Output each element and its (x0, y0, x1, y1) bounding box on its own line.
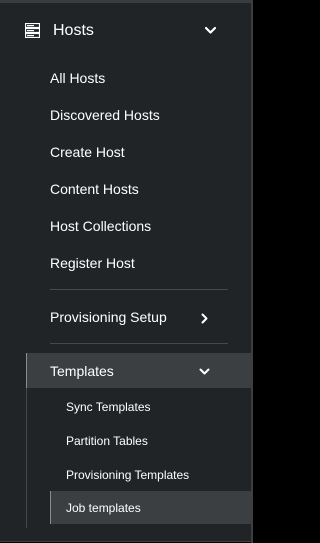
templates-label: Templates (50, 363, 114, 379)
nav-item-sync-templates[interactable]: Sync Templates (66, 400, 151, 415)
nav-item-all-hosts[interactable]: All Hosts (50, 69, 105, 87)
nav-item-job-templates[interactable]: Job templates (50, 491, 251, 524)
nav-item-host-collections[interactable]: Host Collections (50, 217, 151, 235)
sidebar-edge (251, 0, 253, 543)
templates-toggle[interactable]: Templates (26, 353, 251, 388)
top-divider (0, 0, 251, 3)
nav-item-content-hosts[interactable]: Content Hosts (50, 180, 139, 198)
templates-group-line (26, 388, 27, 528)
nav-item-register-host[interactable]: Register Host (50, 254, 135, 272)
active-indicator (26, 353, 27, 388)
nav-divider (50, 289, 228, 290)
sidebar-nav: Hosts All Hosts Discovered Hosts Create … (0, 0, 251, 542)
chevron-right-icon (199, 311, 210, 324)
job-templates-label: Job templates (66, 501, 141, 515)
hosts-section-toggle[interactable]: Hosts (0, 10, 251, 54)
nav-divider (50, 343, 228, 344)
provisioning-setup-toggle[interactable]: Provisioning Setup (0, 300, 251, 334)
chevron-down-icon (199, 364, 210, 375)
server-stack-icon (24, 22, 41, 39)
nav-item-discovered-hosts[interactable]: Discovered Hosts (50, 106, 160, 124)
nav-item-create-host[interactable]: Create Host (50, 143, 125, 161)
hosts-section-title: Hosts (53, 22, 94, 39)
chevron-down-icon (204, 24, 217, 37)
nav-item-partition-tables[interactable]: Partition Tables (66, 434, 148, 449)
provisioning-setup-label: Provisioning Setup (50, 309, 167, 325)
nav-item-provisioning-templates[interactable]: Provisioning Templates (66, 468, 189, 483)
active-indicator (50, 491, 51, 524)
